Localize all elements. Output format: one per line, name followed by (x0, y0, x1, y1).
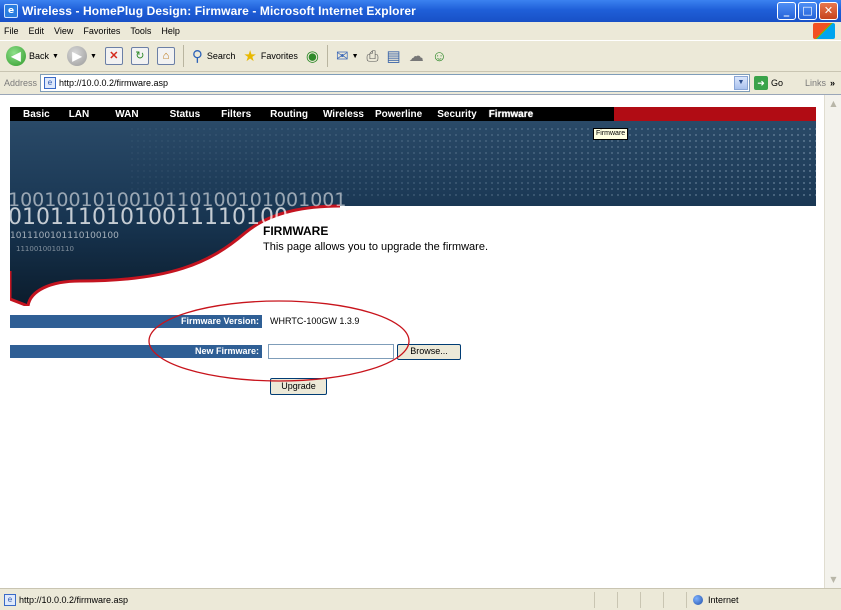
window-title: Wireless - HomePlug Design: Firmware - M… (22, 4, 416, 18)
mail-button[interactable]: ✉ ▼ (336, 47, 359, 65)
menu-tools[interactable]: Tools (130, 26, 151, 36)
refresh-button[interactable]: ↻ (130, 47, 149, 65)
status-cell (640, 591, 663, 608)
nav-filters[interactable]: Filters (221, 109, 251, 120)
nav-items: Basic LAN WAN Status Filters Routing Wir… (10, 107, 614, 121)
favorites-button[interactable]: ★ Favorites (243, 47, 297, 65)
home-icon: ⌂ (156, 47, 175, 65)
search-icon: ⚲ (191, 48, 203, 65)
vertical-scrollbar[interactable]: ▲ ▼ (824, 95, 841, 588)
edit-icon[interactable]: ▤ (387, 47, 401, 65)
favorites-star-icon: ★ (243, 48, 257, 65)
header-banner: 1001001010010110100101001001 01011101010… (8, 121, 816, 306)
toolbar-separator (182, 45, 184, 67)
favorites-label: Favorites (260, 51, 298, 61)
page-icon: e (4, 593, 16, 606)
nav-routing[interactable]: Routing (270, 109, 308, 120)
scroll-down-icon[interactable]: ▼ (826, 572, 841, 587)
security-zone: Internet (686, 591, 796, 608)
search-label: Search (206, 51, 236, 61)
menu-view[interactable]: View (54, 26, 73, 36)
menu-edit[interactable]: Edit (29, 26, 45, 36)
close-button[interactable]: ✕ (819, 2, 838, 20)
title-bar: e Wireless - HomePlug Design: Firmware -… (0, 0, 841, 22)
back-dropdown-icon[interactable]: ▼ (52, 53, 59, 60)
stop-button[interactable]: ✕ (104, 47, 123, 65)
toolbar-separator (326, 45, 328, 67)
address-input[interactable]: e http://10.0.0.2/firmware.asp ▼ (40, 74, 750, 92)
search-button[interactable]: ⚲ Search (192, 47, 236, 65)
print-icon[interactable]: ⎙ (367, 48, 379, 65)
page-description: This page allows you to upgrade the firm… (263, 241, 489, 253)
nav-security[interactable]: Security (437, 109, 476, 120)
status-bar: e http://10.0.0.2/firmware.asp Internet (0, 588, 841, 610)
status-cell (594, 591, 617, 608)
media-icon[interactable]: ◉ (306, 47, 319, 65)
nav-firmware[interactable]: Firmware (489, 109, 533, 120)
stop-icon: ✕ (104, 47, 123, 65)
status-cell (663, 591, 686, 608)
nav-basic[interactable]: Basic (23, 109, 50, 120)
menu-bar: File Edit View Favorites Tools Help (0, 22, 841, 40)
binary-decoration: 01011101010011110100 (8, 205, 288, 230)
menu-help[interactable]: Help (161, 26, 180, 36)
forward-arrow-icon: ▶ (66, 46, 87, 66)
go-label: Go (771, 78, 784, 88)
globe-icon (693, 594, 703, 605)
nav-lan[interactable]: LAN (69, 109, 90, 120)
forward-button[interactable]: ▶ ▼ (66, 46, 97, 66)
status-cell (617, 591, 640, 608)
status-url: http://10.0.0.2/firmware.asp (19, 594, 129, 605)
menu-favorites[interactable]: Favorites (83, 26, 120, 36)
annotation-ellipse (148, 300, 410, 382)
ie-icon: e (4, 4, 18, 18)
nav-accent-bar (614, 107, 816, 121)
minimize-button[interactable]: _ (777, 2, 796, 20)
chevron-right-icon[interactable]: » (830, 78, 835, 88)
address-dropdown-icon[interactable]: ▼ (734, 76, 748, 90)
home-button[interactable]: ⌂ (156, 47, 175, 65)
discuss-icon[interactable]: ☁ (409, 47, 424, 65)
back-arrow-icon: ◀ (6, 46, 26, 66)
address-url[interactable]: http://10.0.0.2/firmware.asp (59, 78, 168, 88)
nav-wan[interactable]: WAN (115, 109, 138, 120)
scroll-up-icon[interactable]: ▲ (826, 96, 841, 111)
nav-powerline[interactable]: Powerline (375, 109, 422, 120)
menu-file[interactable]: File (4, 26, 19, 36)
links-button[interactable]: Links (805, 78, 826, 88)
address-bar: Address e http://10.0.0.2/firmware.asp ▼… (0, 72, 841, 94)
go-button[interactable]: ➜ Go (754, 76, 783, 90)
forward-dropdown-icon[interactable]: ▼ (90, 53, 97, 60)
maximize-button[interactable]: □ (798, 2, 817, 20)
nav-tooltip: Firmware (593, 128, 629, 140)
address-label: Address (4, 78, 38, 88)
binary-decoration: 1011100101110100100 (10, 231, 119, 241)
nav-wireless[interactable]: Wireless (323, 109, 364, 120)
window-controls: _ □ ✕ (777, 2, 838, 20)
toolbar: ◀ Back ▼ ▶ ▼ ✕ ↻ ⌂ ⚲ Search ★ Favorites … (0, 40, 841, 72)
go-arrow-icon: ➜ (754, 76, 768, 90)
back-label: Back (29, 51, 50, 61)
page-icon: e (44, 77, 56, 89)
zone-label: Internet (708, 594, 739, 605)
mail-dropdown-icon[interactable]: ▼ (352, 53, 359, 60)
back-button[interactable]: ◀ Back ▼ (6, 46, 59, 66)
nav-status[interactable]: Status (170, 109, 201, 120)
page-title: FIRMWARE (263, 224, 329, 238)
binary-decoration: 1110010010110 (16, 245, 74, 253)
messenger-icon[interactable]: ☺ (432, 48, 447, 65)
windows-logo-icon (813, 23, 835, 39)
refresh-icon: ↻ (130, 47, 149, 65)
page-content: 1001001010010110100101001001 01011101010… (0, 94, 841, 588)
main-nav: Basic LAN WAN Status Filters Routing Wir… (10, 107, 816, 121)
mail-icon: ✉ (335, 48, 349, 65)
